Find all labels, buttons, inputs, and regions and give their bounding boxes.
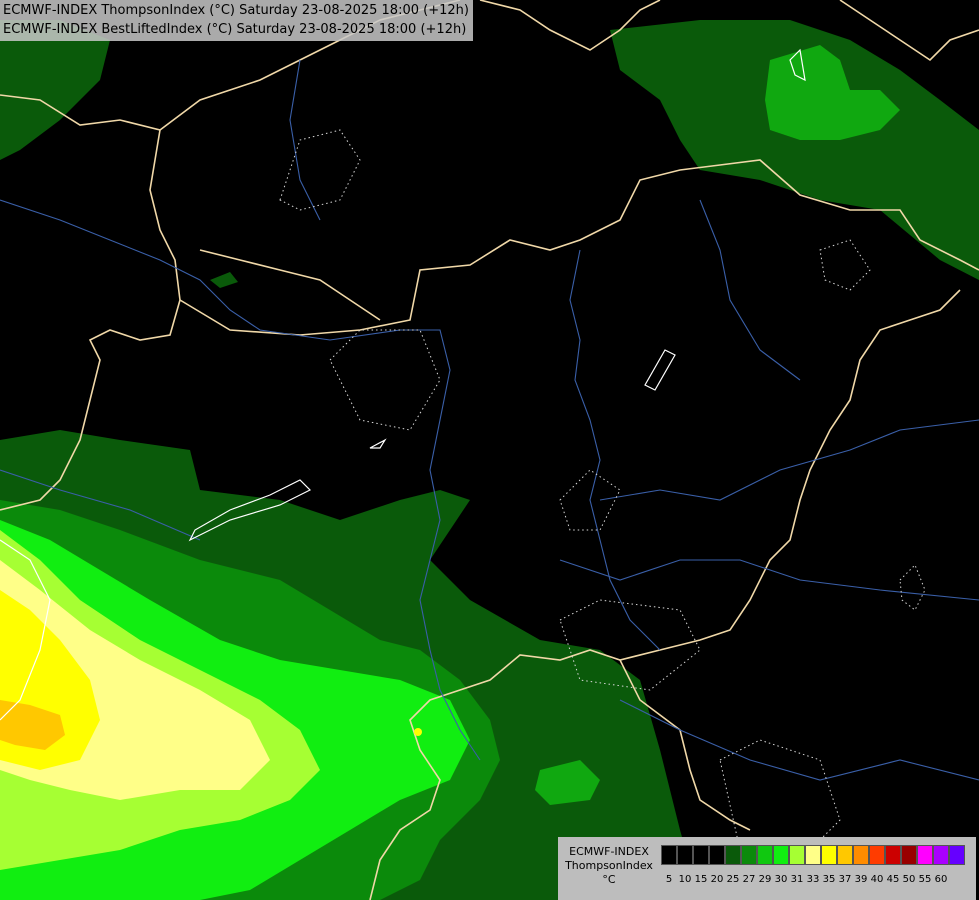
legend-tick: 55 bbox=[918, 874, 932, 885]
legend-label: ECMWF-INDEX ThompsonIndex °C bbox=[562, 845, 656, 887]
legend-tick: 40 bbox=[870, 874, 884, 885]
legend-tick: 33 bbox=[806, 874, 820, 885]
legend-tick: 5 bbox=[665, 874, 673, 885]
legend-swatch bbox=[949, 845, 965, 865]
legend-tick: 27 bbox=[742, 874, 756, 885]
legend-swatch bbox=[917, 845, 933, 865]
legend-tick: 37 bbox=[838, 874, 852, 885]
legend-tick: 39 bbox=[854, 874, 868, 885]
legend-swatch bbox=[709, 845, 725, 865]
legend-swatch bbox=[677, 845, 693, 865]
legend-swatch bbox=[773, 845, 789, 865]
legend-parameter: ThompsonIndex bbox=[565, 859, 653, 872]
map-title-box: ECMWF-INDEX ThompsonIndex (°C) Saturday … bbox=[0, 0, 473, 41]
lifted-index-title: ECMWF-INDEX BestLiftedIndex (°C) Saturda… bbox=[3, 22, 467, 37]
legend-swatch bbox=[821, 845, 837, 865]
legend-swatch bbox=[693, 845, 709, 865]
legend-swatch bbox=[885, 845, 901, 865]
legend-swatch bbox=[661, 845, 677, 865]
legend-tick: 20 bbox=[710, 874, 724, 885]
legend-swatch bbox=[757, 845, 773, 865]
legend-swatch bbox=[853, 845, 869, 865]
legend-unit: °C bbox=[602, 873, 616, 886]
legend-swatch bbox=[805, 845, 821, 865]
city-marker bbox=[414, 728, 422, 736]
legend-swatch bbox=[789, 845, 805, 865]
legend-tick: 31 bbox=[790, 874, 804, 885]
legend-tick: 50 bbox=[902, 874, 916, 885]
legend-tick: 60 bbox=[934, 874, 948, 885]
legend-tick: 29 bbox=[758, 874, 772, 885]
legend-tick: 45 bbox=[886, 874, 900, 885]
legend-swatch bbox=[837, 845, 853, 865]
legend-swatch bbox=[741, 845, 757, 865]
legend-tick: 35 bbox=[822, 874, 836, 885]
color-legend: ECMWF-INDEX ThompsonIndex °C 5 10 15 20 25 27… bbox=[558, 837, 976, 900]
legend-swatches bbox=[661, 845, 965, 865]
legend-swatch bbox=[901, 845, 917, 865]
weather-map bbox=[0, 0, 979, 900]
legend-tick: 10 bbox=[678, 874, 692, 885]
legend-tick: 30 bbox=[774, 874, 788, 885]
legend-swatch bbox=[725, 845, 741, 865]
legend-ticks: 5 10 15 20 25 27 29 30 31 33 35 37 39 40 45 50 55 60 bbox=[661, 874, 949, 885]
legend-tick: 15 bbox=[694, 874, 708, 885]
legend-swatch bbox=[869, 845, 885, 865]
thompson-index-title: ECMWF-INDEX ThompsonIndex (°C) Saturday … bbox=[3, 3, 469, 18]
legend-model: ECMWF-INDEX bbox=[569, 845, 649, 858]
legend-swatch bbox=[933, 845, 949, 865]
legend-tick: 25 bbox=[726, 874, 740, 885]
